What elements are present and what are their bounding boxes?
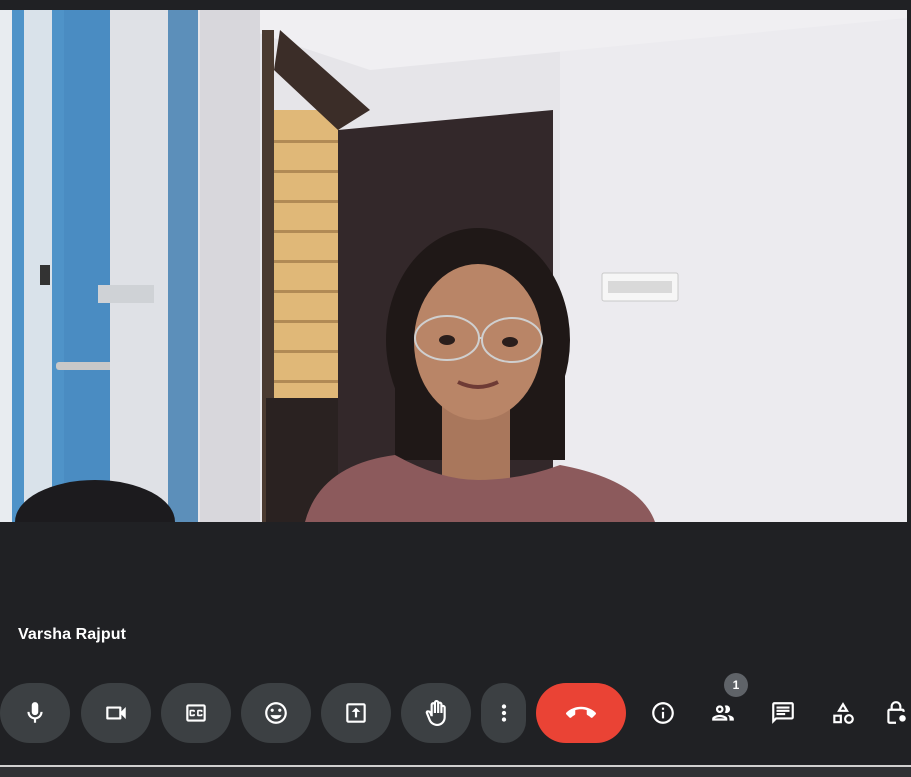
info-icon xyxy=(652,702,674,724)
call-end-icon xyxy=(566,706,596,718)
emoji-icon xyxy=(265,702,287,724)
divider xyxy=(0,765,911,767)
participant-name: Varsha Rajput xyxy=(18,626,127,643)
people-button[interactable] xyxy=(703,693,743,733)
camera-icon xyxy=(106,706,126,720)
reactions-button[interactable] xyxy=(241,683,311,743)
chat-button[interactable] xyxy=(763,693,803,733)
activities-button[interactable] xyxy=(823,693,863,733)
people-icon xyxy=(712,705,734,721)
more-options-button[interactable] xyxy=(481,683,526,743)
more-vert-icon xyxy=(501,704,506,722)
chat-icon xyxy=(772,702,794,724)
host-controls-button[interactable] xyxy=(883,693,911,733)
raise-hand-button[interactable] xyxy=(401,683,471,743)
participant-video-tile[interactable] xyxy=(0,10,907,522)
microphone-button[interactable] xyxy=(0,683,70,743)
present-screen-button[interactable] xyxy=(321,683,391,743)
participant-video-feed xyxy=(0,10,907,522)
shapes-icon xyxy=(833,702,854,724)
window-bottom-edge xyxy=(0,765,911,777)
captions-icon xyxy=(186,704,206,722)
microphone-icon xyxy=(27,702,43,723)
camera-button[interactable] xyxy=(81,683,151,743)
raise-hand-icon xyxy=(425,700,446,726)
lock-person-icon xyxy=(887,701,906,724)
captions-button[interactable] xyxy=(161,683,231,743)
meeting-info-button[interactable] xyxy=(643,693,683,733)
end-call-button[interactable] xyxy=(536,683,626,743)
call-controls-bar xyxy=(0,683,911,743)
present-screen-icon xyxy=(346,703,366,723)
people-count-badge: 1 xyxy=(724,673,748,697)
